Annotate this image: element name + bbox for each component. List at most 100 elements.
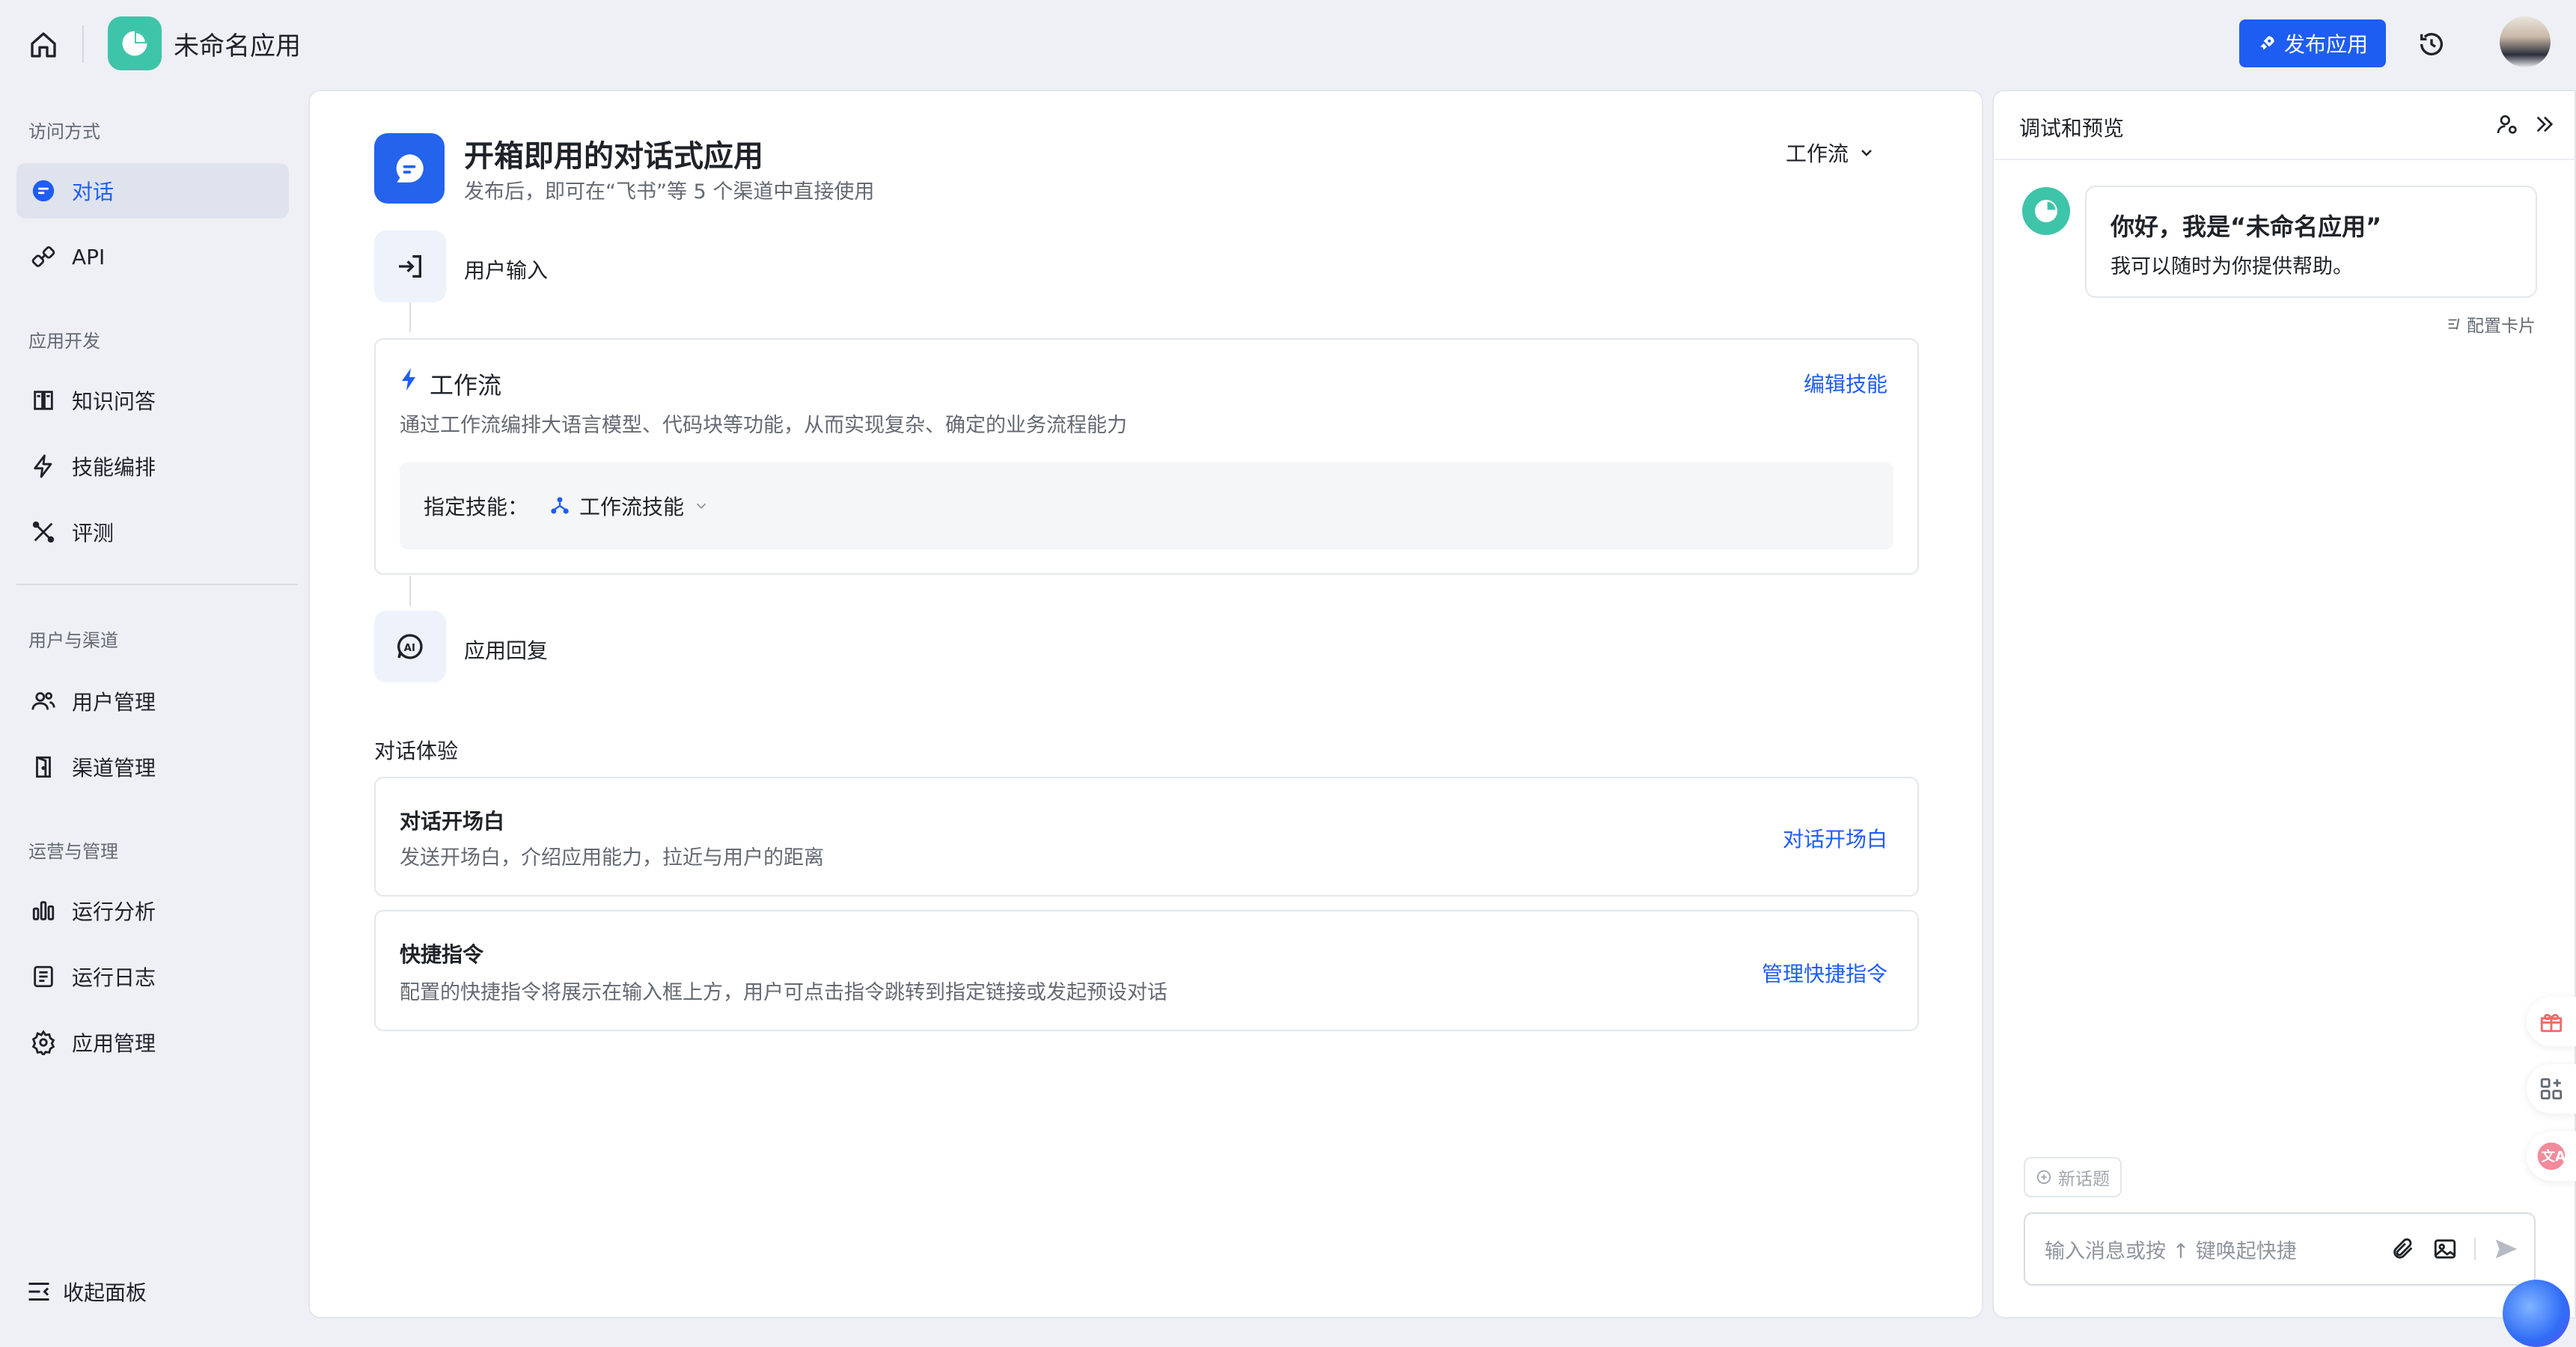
bar-chart-icon xyxy=(28,896,58,926)
history-icon[interactable] xyxy=(2413,25,2450,63)
sidebar-section-dev: 应用开发 xyxy=(28,331,100,352)
preview-title: 调试和预览 xyxy=(2019,116,2125,141)
list-icon xyxy=(2448,318,2460,330)
sidebar-item-label: API xyxy=(72,244,106,269)
sidebar-divider xyxy=(16,584,298,585)
lightning-icon xyxy=(28,451,58,481)
skill-select-value: 工作流技能 xyxy=(579,495,685,519)
sidebar-item-label: 知识问答 xyxy=(72,389,156,414)
gear-icon xyxy=(28,1027,58,1057)
svg-text:AI: AI xyxy=(404,643,415,654)
sidebar-item-label: 用户管理 xyxy=(72,690,156,715)
paperclip-icon[interactable] xyxy=(2390,1236,2416,1262)
app-reply-step-icon: AI xyxy=(374,611,446,682)
avatar[interactable] xyxy=(2500,16,2551,67)
sidebar-item-label: 评测 xyxy=(72,521,115,546)
send-icon[interactable] xyxy=(2492,1235,2521,1263)
app-logo-icon xyxy=(108,16,162,70)
tools-icon xyxy=(28,517,58,547)
collapse-label: 收起面板 xyxy=(63,1280,147,1305)
users-icon xyxy=(28,686,58,716)
skill-select[interactable]: 工作流技能 xyxy=(549,491,709,521)
workflow-card: 工作流 编辑技能 通过工作流编排大语言模型、代码块等功能，从而实现复杂、确定的业… xyxy=(374,338,1919,575)
experience-section-title: 对话体验 xyxy=(374,739,459,763)
sidebar-section-ops: 运营与管理 xyxy=(28,841,118,862)
app-name[interactable]: 未命名应用 xyxy=(174,25,301,62)
sidebar-item-app-mgmt[interactable]: 应用管理 xyxy=(16,1015,289,1070)
publish-button[interactable]: 发布应用 xyxy=(2239,19,2386,67)
sidebar-item-chat[interactable]: 对话 xyxy=(16,163,289,219)
shortcut-title: 快捷指令 xyxy=(400,942,484,967)
top-divider xyxy=(82,25,84,63)
link-icon xyxy=(28,242,58,272)
edit-skill-link[interactable]: 编辑技能 xyxy=(1804,368,1887,398)
lightning-icon xyxy=(402,368,415,391)
page-title: 开箱即用的对话式应用 xyxy=(464,139,763,174)
skill-label: 指定技能： xyxy=(424,495,529,519)
main-panel: 开箱即用的对话式应用 发布后，即可在“飞书”等 5 个渠道中直接使用 工作流 用… xyxy=(308,90,1983,1319)
home-icon[interactable] xyxy=(25,27,61,63)
sidebar-item-logs[interactable]: 运行日志 xyxy=(16,949,289,1004)
sidebar-item-label: 技能编排 xyxy=(72,455,156,480)
user-settings-icon[interactable] xyxy=(2495,112,2519,136)
sidebar: 访问方式 对话 API 应用开发 知识问答 技能编排 评测 用户与渠道 用户管理… xyxy=(0,88,307,1334)
workflow-node-icon xyxy=(551,497,569,514)
page-subtitle: 发布后，即可在“飞书”等 5 个渠道中直接使用 xyxy=(464,180,875,204)
sidebar-item-analytics[interactable]: 运行分析 xyxy=(16,883,289,938)
svg-text:文A: 文A xyxy=(2542,1149,2566,1165)
opening-card: 对话开场白 发送开场白，介绍应用能力，拉近与用户的距离 对话开场白 xyxy=(374,777,1919,897)
collapse-icon xyxy=(28,1283,49,1301)
sidebar-item-channels[interactable]: 渠道管理 xyxy=(16,739,289,795)
user-input-step-icon xyxy=(374,230,446,302)
user-input-label: 用户输入 xyxy=(464,258,549,283)
new-topic-label: 新话题 xyxy=(2058,1170,2110,1189)
manage-shortcuts-link[interactable]: 管理快捷指令 xyxy=(1762,958,1887,988)
shortcut-card: 快捷指令 配置的快捷指令将展示在输入框上方，用户可点击指令跳转到指定链接或发起预… xyxy=(374,910,1919,1031)
greeting-bubble: 你好，我是“未命名应用” 我可以随时为你提供帮助。 xyxy=(2085,186,2537,298)
assistant-fab-icon[interactable] xyxy=(2503,1280,2570,1347)
chat-icon xyxy=(28,176,58,206)
gift-icon[interactable] xyxy=(2527,997,2576,1046)
apps-icon[interactable] xyxy=(2527,1064,2576,1114)
opening-title: 对话开场白 xyxy=(400,809,505,834)
config-card-label: 配置卡片 xyxy=(2467,317,2536,336)
sidebar-item-user-mgmt[interactable]: 用户管理 xyxy=(16,674,289,729)
collapse-panel-button[interactable]: 收起面板 xyxy=(25,1277,147,1307)
workflow-desc: 通过工作流编排大语言模型、代码块等功能，从而实现复杂、确定的业务流程能力 xyxy=(400,414,1127,437)
shortcut-desc: 配置的快捷指令将展示在输入框上方，用户可点击指令跳转到指定链接或发起预设对话 xyxy=(400,981,1168,1004)
sidebar-item-skills[interactable]: 技能编排 xyxy=(16,439,289,494)
bot-avatar xyxy=(2022,187,2070,235)
app-reply-label: 应用回复 xyxy=(464,638,549,663)
sidebar-section-access: 访问方式 xyxy=(28,121,100,142)
opening-link[interactable]: 对话开场白 xyxy=(1783,823,1887,853)
chat-app-icon xyxy=(374,133,445,204)
door-icon xyxy=(28,752,58,782)
sidebar-section-users: 用户与渠道 xyxy=(28,630,118,651)
input-tool-divider xyxy=(2474,1238,2476,1260)
step-connector xyxy=(409,576,411,606)
preview-panel: 调试和预览 你好，我是“未命名应用” 我可以随时为你提供帮助。 配置卡片 新话题… xyxy=(1992,90,2576,1319)
sidebar-item-label: 应用管理 xyxy=(72,1031,156,1056)
preview-divider xyxy=(1994,159,2575,160)
chevron-down-icon xyxy=(696,503,706,510)
chat-input[interactable]: 输入消息或按 ↑ 键唤起快捷 xyxy=(2024,1212,2536,1286)
mode-select[interactable]: 工作流 xyxy=(1786,138,1875,168)
workflow-title: 工作流 xyxy=(430,371,502,400)
image-icon[interactable] xyxy=(2432,1236,2458,1262)
collapse-right-icon[interactable] xyxy=(2533,112,2557,136)
book-icon xyxy=(28,385,58,415)
opening-desc: 发送开场白，介绍应用能力，拉近与用户的距离 xyxy=(400,846,824,870)
add-chat-icon xyxy=(2036,1170,2051,1185)
mode-select-value: 工作流 xyxy=(1786,141,1849,166)
greeting-title: 你好，我是“未命名应用” xyxy=(2110,213,2382,241)
sidebar-item-eval[interactable]: 评测 xyxy=(16,504,289,560)
new-topic-button[interactable]: 新话题 xyxy=(2024,1157,2122,1197)
chat-input-placeholder: 输入消息或按 ↑ 键唤起快捷 xyxy=(2045,1239,2297,1263)
config-card-button[interactable]: 配置卡片 xyxy=(2446,311,2536,337)
sidebar-item-label: 运行分析 xyxy=(72,899,156,924)
step-connector xyxy=(409,302,411,332)
chevron-down-icon xyxy=(1861,150,1872,156)
translate-icon[interactable]: 文A xyxy=(2527,1131,2576,1181)
sidebar-item-api[interactable]: API xyxy=(16,229,289,284)
sidebar-item-knowledge[interactable]: 知识问答 xyxy=(16,373,289,428)
